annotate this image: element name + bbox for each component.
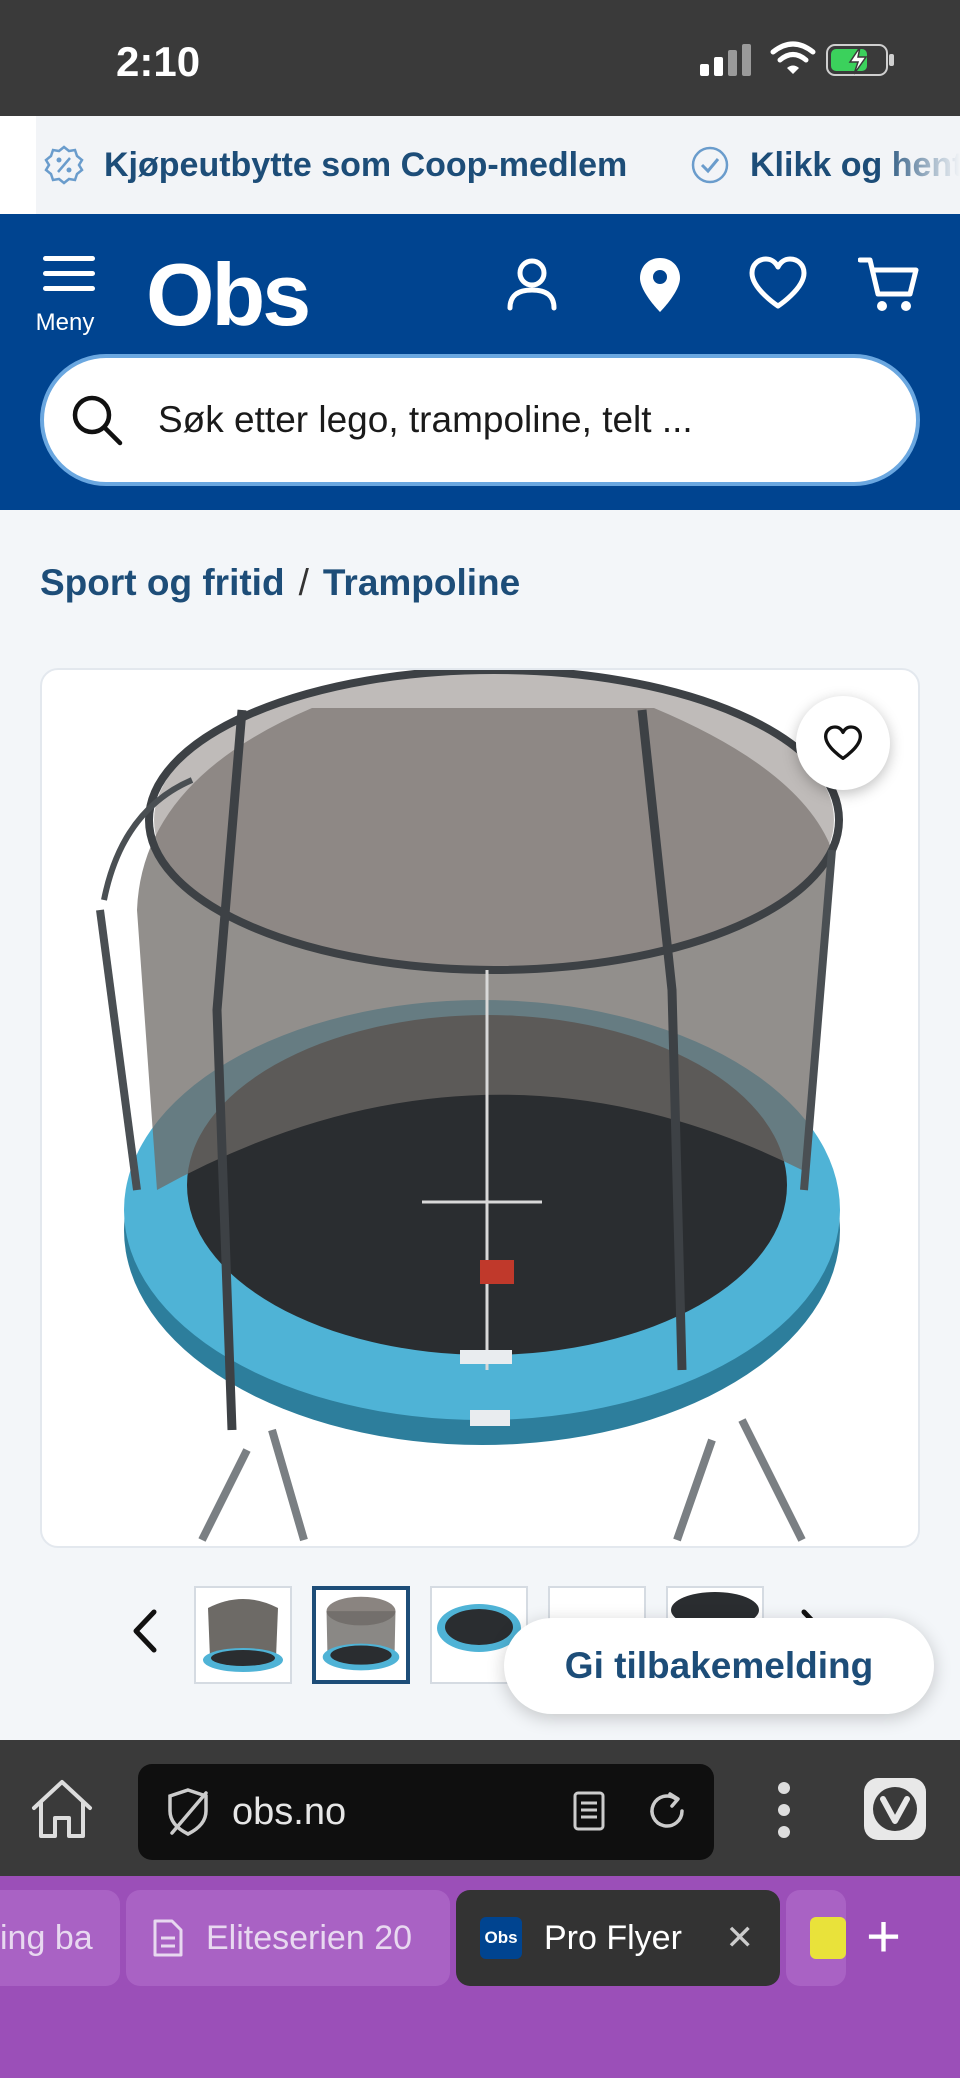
- tab[interactable]: Eliteserien 20: [126, 1890, 450, 1986]
- product-image-card[interactable]: [40, 668, 920, 1548]
- home-icon[interactable]: [30, 1778, 94, 1840]
- menu-label: Meny: [35, 309, 95, 336]
- browser-toolbar: obs.no: [0, 1740, 960, 1876]
- menu-button[interactable]: Meny: [36, 254, 98, 337]
- vivaldi-icon[interactable]: [864, 1778, 926, 1840]
- breadcrumb: Sport og fritid / Trampoline: [40, 562, 520, 604]
- favorites-icon[interactable]: [748, 256, 808, 310]
- hamburger-icon: [43, 256, 95, 291]
- tab-active[interactable]: Obs Pro Flyer ✕: [456, 1890, 780, 1986]
- chevron-left-icon[interactable]: [132, 1608, 158, 1654]
- store-location-icon[interactable]: [638, 256, 682, 314]
- shield-off-icon: [168, 1788, 208, 1836]
- address-bar[interactable]: obs.no: [138, 1764, 714, 1860]
- tab-label: ing ba: [0, 1918, 93, 1957]
- breadcrumb-item-sport[interactable]: Sport og fritid: [40, 562, 285, 603]
- site-favicon: [810, 1917, 846, 1959]
- document-icon: [153, 1919, 183, 1957]
- tab[interactable]: [786, 1890, 846, 1986]
- reload-icon[interactable]: [646, 1790, 688, 1832]
- breadcrumb-item-trampoline[interactable]: Trampoline: [323, 562, 520, 603]
- cart-icon[interactable]: [858, 256, 920, 314]
- close-tab-icon[interactable]: ✕: [726, 1918, 755, 1958]
- promo-label: Kjøpeutbytte som Coop-medlem: [104, 145, 628, 184]
- obs-favicon: Obs: [480, 1917, 522, 1959]
- check-circle-icon: [691, 146, 729, 184]
- feedback-button[interactable]: Gi tilbakemelding: [504, 1618, 934, 1714]
- signal-icon: [700, 44, 751, 76]
- percent-badge-icon: [44, 145, 84, 185]
- battery-charging-icon: [826, 44, 894, 76]
- status-time: 2:10: [116, 38, 201, 85]
- search-input[interactable]: [158, 399, 858, 441]
- search-bar[interactable]: [40, 354, 920, 486]
- tab-label: Pro Flyer: [544, 1918, 682, 1957]
- url-text: obs.no: [232, 1790, 347, 1833]
- promo-item-member-dividend[interactable]: Kjøpeutbytte som Coop-medlem: [44, 116, 627, 214]
- heart-icon: [824, 725, 862, 760]
- reader-mode-icon[interactable]: [572, 1790, 606, 1832]
- status-bar: 2:10: [0, 0, 960, 116]
- wifi-icon: [770, 41, 816, 74]
- new-tab-button[interactable]: +: [866, 1902, 901, 1971]
- tab-label: Eliteserien 20: [206, 1918, 413, 1957]
- more-options-icon[interactable]: [776, 1780, 792, 1840]
- search-icon: [72, 395, 123, 446]
- product-title-peek: [40, 1718, 920, 1738]
- tab[interactable]: ing ba: [0, 1890, 120, 1986]
- product-image-trampoline: [96, 670, 843, 1542]
- breadcrumb-separator: /: [298, 562, 309, 603]
- site-header: Meny Obs: [0, 214, 960, 510]
- promo-strip: Kjøpeutbytte som Coop-medlem Klikk og he…: [0, 116, 960, 214]
- thumbnail[interactable]: [194, 1586, 292, 1684]
- thumbnail[interactable]: [312, 1586, 410, 1684]
- obs-logo[interactable]: Obs: [146, 244, 311, 346]
- add-to-favorites-button[interactable]: [796, 696, 890, 790]
- tab-strip: ing ba Eliteserien 20 Obs Pro Flyer ✕ +: [0, 1876, 960, 2078]
- account-icon[interactable]: [504, 256, 560, 312]
